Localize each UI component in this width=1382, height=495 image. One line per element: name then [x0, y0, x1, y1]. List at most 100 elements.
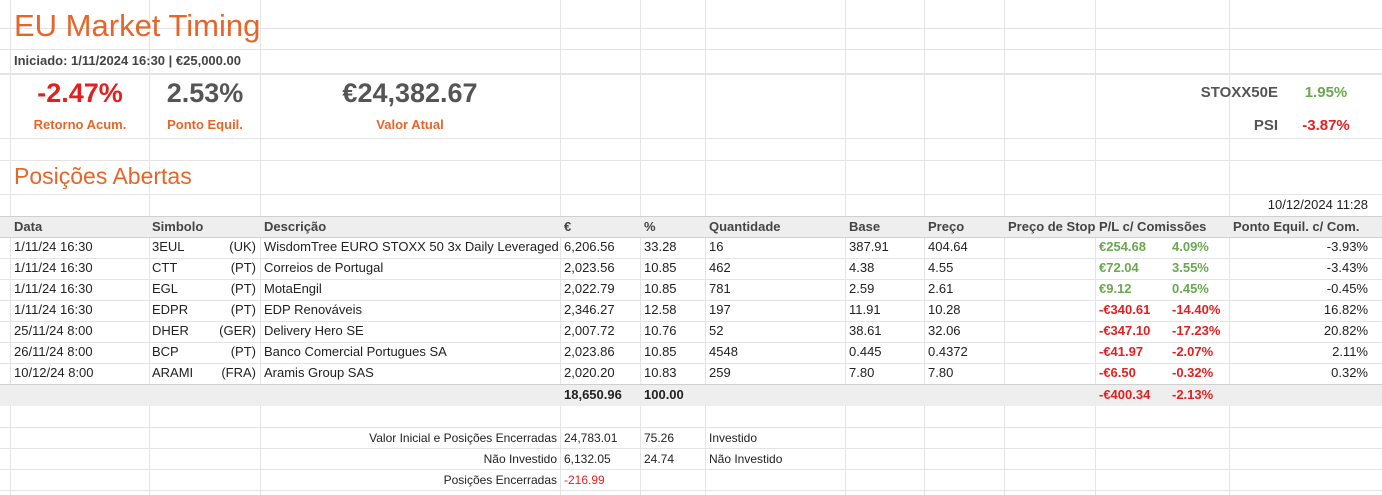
kpi-current-label: Valor Atual: [376, 117, 444, 132]
kpi-return-label: Retorno Acum.: [33, 117, 127, 132]
summary-closed-label: Posições Encerradas: [443, 473, 557, 487]
summary-uninvested-label: Não Investido: [483, 452, 557, 466]
cell-breakeven-pct: -3.93%: [1326, 239, 1368, 254]
total-pl: -€400.34: [1099, 387, 1151, 402]
cell-pl-pct: 4.09%: [1172, 239, 1209, 254]
cell-breakeven-pct: 20.82%: [1323, 323, 1368, 338]
cell-description: Delivery Hero SE: [264, 323, 364, 338]
cell-pl-value: -€41.97: [1099, 344, 1144, 359]
col-breakeven[interactable]: Ponto Equil. c/ Com.: [1233, 217, 1359, 237]
table-row[interactable]: 1/11/24 16:30 CTT (PT) Correios de Portugal…: [0, 258, 1382, 279]
col-eur[interactable]: €: [564, 217, 571, 237]
cell-pl-value: €9.12: [1099, 281, 1132, 296]
cell-quantity: 197: [709, 302, 731, 317]
cell-date: 1/11/24 16:30: [14, 302, 93, 317]
cell-date: 1/11/24 16:30: [14, 281, 93, 296]
grid-hline: [0, 490, 1382, 491]
cell-symbol: 3EUL: [152, 239, 185, 254]
kpi-return-value: -2.47%: [37, 78, 123, 108]
grid-hline: [0, 49, 1382, 50]
cell-pl-pct: 0.45%: [1172, 281, 1209, 296]
cell-weight-pct: 10.85: [644, 344, 677, 359]
cell-base-price: 38.61: [849, 323, 882, 338]
cell-current-price: 2.61: [928, 281, 954, 296]
summary-uninvested-pct: 24.74: [644, 452, 675, 466]
cell-description: MotaEngil: [264, 281, 322, 296]
cell-base-price: 0.445: [849, 344, 882, 359]
col-description[interactable]: Descrição: [264, 217, 326, 237]
table-row[interactable]: 26/11/24 8:00 BCP (PT) Banco Comercial Port…: [0, 342, 1382, 363]
start-info: Iniciado: 1/11/2024 16:30 | €25,000.00: [14, 53, 241, 68]
cell-base-price: 387.91: [849, 239, 889, 254]
cell-symbol: DHER: [152, 323, 189, 338]
cell-weight-pct: 10.83: [644, 365, 677, 380]
cell-date: 1/11/24 16:30: [14, 239, 93, 254]
table-row[interactable]: 25/11/24 8:00 DHER (GER) Delivery Hero SE 2,…: [0, 321, 1382, 342]
cell-pl-pct: -14.40%: [1172, 302, 1221, 317]
summary-invested-value: 24,783.01: [564, 431, 618, 445]
total-pct: 100.00: [644, 387, 684, 402]
cell-description: Aramis Group SAS: [264, 365, 374, 380]
cell-description: Banco Comercial Portugues SA: [264, 344, 447, 359]
cell-eur-value: 6,206.56: [564, 239, 615, 254]
cell-exchange: (PT): [230, 281, 256, 296]
cell-current-price: 0.4372: [928, 344, 968, 359]
cell-pl-value: €72.04: [1099, 260, 1139, 275]
cell-base-price: 7.80: [849, 365, 875, 380]
cell-current-price: 4.55: [928, 260, 954, 275]
table-row[interactable]: 10/12/24 8:00 ARAMI (FRA) Aramis Group SAS 2…: [0, 363, 1382, 384]
col-date[interactable]: Data: [14, 217, 42, 237]
grid-hline: [0, 74, 1382, 75]
cell-quantity: 52: [709, 323, 724, 338]
cell-eur-value: 2,023.56: [564, 260, 615, 275]
cell-exchange: (UK): [229, 239, 256, 254]
col-pct[interactable]: %: [644, 217, 656, 237]
col-symbol[interactable]: Simbolo: [152, 217, 203, 237]
cell-breakeven-pct: 16.82%: [1323, 302, 1368, 317]
cell-date: 26/11/24 8:00: [14, 344, 93, 359]
cell-pl-pct: -2.07%: [1172, 344, 1214, 359]
cell-eur-value: 2,022.79: [564, 281, 615, 296]
index-stoxx-value: 1.95%: [1304, 84, 1348, 101]
cell-pl-pct: -0.32%: [1172, 365, 1214, 380]
page-title: EU Market Timing: [14, 8, 261, 43]
cell-weight-pct: 10.85: [644, 260, 677, 275]
cell-exchange: (PT): [230, 260, 256, 275]
cell-weight-pct: 12.58: [644, 302, 677, 317]
grid-hline: [0, 160, 1382, 161]
grid-hline: [0, 427, 1382, 428]
grid-hline: [0, 138, 1382, 139]
cell-eur-value: 2,346.27: [564, 302, 615, 317]
cell-pl-pct: 3.55%: [1172, 260, 1209, 275]
section-title: Posições Abertas: [14, 163, 192, 189]
cell-exchange: (GER): [219, 323, 256, 338]
kpi-current-value: €24,382.67: [342, 78, 478, 108]
table-row[interactable]: 1/11/24 16:30 EDPR (PT) EDP Renováveis 2,346…: [0, 300, 1382, 321]
cell-symbol: BCP: [152, 344, 179, 359]
cell-eur-value: 2,007.72: [564, 323, 615, 338]
cell-quantity: 259: [709, 365, 731, 380]
cell-pl-value: -€340.61: [1099, 302, 1151, 317]
cell-date: 1/11/24 16:30: [14, 260, 93, 275]
col-base[interactable]: Base: [849, 217, 880, 237]
total-pl-pct: -2.13%: [1172, 387, 1214, 402]
totals-row: 18,650.96 100.00 -€400.34 -2.13%: [0, 384, 1382, 406]
cell-quantity: 16: [709, 239, 724, 254]
cell-description: Correios de Portugal: [264, 260, 384, 275]
total-eur: 18,650.96: [564, 387, 622, 402]
cell-pl-value: -€347.10: [1099, 323, 1151, 338]
cell-breakeven-pct: 0.32%: [1331, 365, 1368, 380]
summary-closed-value: -216.99: [564, 473, 605, 487]
table-row[interactable]: 1/11/24 16:30 EGL (PT) MotaEngil 2,022.79 10.…: [0, 279, 1382, 300]
cell-symbol: ARAMI: [152, 365, 194, 380]
col-price[interactable]: Preço: [928, 217, 964, 237]
cell-weight-pct: 10.76: [644, 323, 677, 338]
cell-weight-pct: 33.28: [644, 239, 677, 254]
col-stop[interactable]: Preço de Stop: [1008, 217, 1095, 237]
col-pl[interactable]: P/L c/ Comissões: [1099, 217, 1206, 237]
table-header: Data Simbolo Descrição € % Quantidade Ba…: [0, 216, 1382, 238]
table-row[interactable]: 1/11/24 16:30 3EUL (UK) WisdomTree EURO STO…: [0, 237, 1382, 258]
cell-pl-value: €254.68: [1099, 239, 1146, 254]
col-quantity[interactable]: Quantidade: [709, 217, 781, 237]
kpi-breakeven-label: Ponto Equil.: [167, 117, 243, 132]
